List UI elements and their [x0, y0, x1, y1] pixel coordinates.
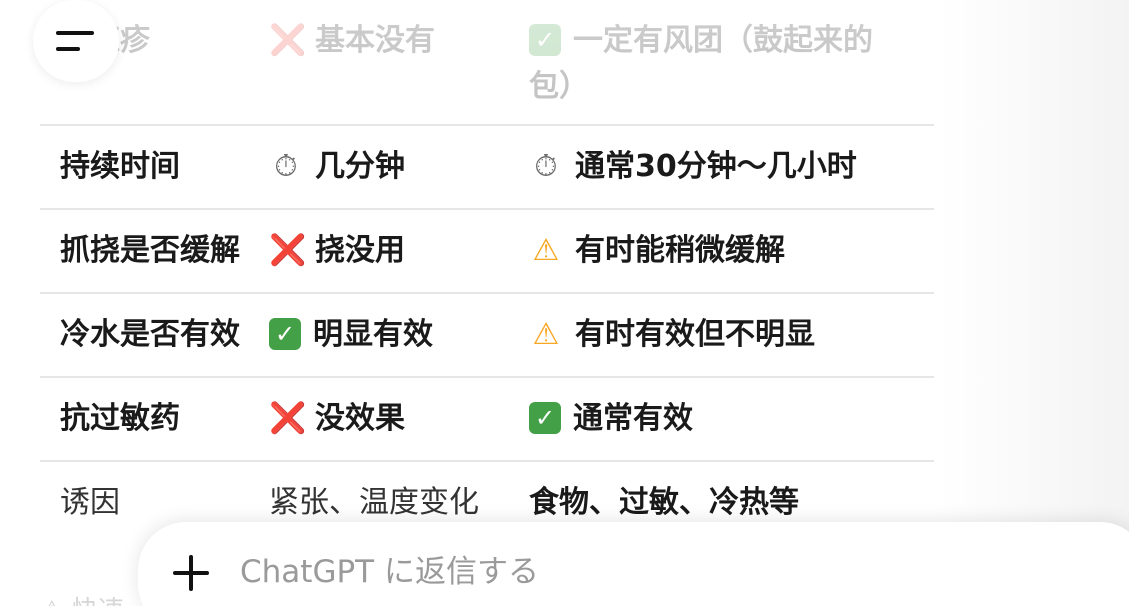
hamburger-menu-icon [56, 28, 96, 54]
cell-text: 没效果 [315, 401, 405, 436]
check-mark-icon: ✓ [269, 318, 301, 350]
row-label: 持续时间 [40, 125, 269, 210]
cell: ✓ 通常有效 [529, 377, 934, 462]
cell: ⚠ 有时有效但不明显 [529, 293, 934, 378]
cross-mark-icon: ❌ [269, 401, 307, 436]
next-section-peek: ⚠ 快速 [40, 590, 124, 606]
cell-text: 一定有风团（鼓起来的包） [529, 23, 873, 104]
cell-text: 基本没有 [315, 23, 435, 58]
cell: ❌ 没效果 [269, 377, 529, 462]
table-row: 抗过敏药 ❌ 没效果 ✓ 通常有效 [40, 377, 934, 462]
table-row: 有红疹 ❌基本没有 ✓一定有风团（鼓起来的包） [40, 0, 934, 126]
cell: ⏱ 几分钟 [269, 125, 529, 210]
row-label: 抓挠是否缓解 [40, 209, 269, 294]
menu-button[interactable] [33, 0, 119, 82]
cell: ⏱ 通常30分钟～几小时 [529, 125, 934, 210]
plus-icon [173, 555, 209, 591]
cell-text: 通常30分钟～几小时 [575, 149, 857, 184]
cell-text: 几分钟 [315, 149, 405, 184]
warning-icon: ⚠ [532, 233, 560, 268]
table-row: 冷水是否有效 ✓ 明显有效 ⚠ 有时有效但不明显 [40, 293, 934, 378]
row-label: 冷水是否有效 [40, 293, 269, 378]
check-mark-icon: ✓ [529, 24, 561, 56]
table-row: 持续时间 ⏱ 几分钟 ⏱ 通常30分钟～几小时 [40, 125, 934, 210]
add-attachment-button[interactable] [168, 550, 214, 596]
row-label: 抗过敏药 [40, 377, 269, 462]
stopwatch-icon: ⏱ [274, 149, 298, 184]
cell: ❌ 挠没用 [269, 209, 529, 294]
table-row: 抓挠是否缓解 ❌ 挠没用 ⚠ 有时能稍微缓解 [40, 209, 934, 294]
cell-text: 通常有效 [573, 401, 693, 436]
stopwatch-icon: ⏱ [534, 149, 558, 184]
cell-text: 明显有效 [313, 317, 433, 352]
cross-mark-icon: ❌ [269, 233, 307, 268]
comparison-table: 有红疹 ❌基本没有 ✓一定有风团（鼓起来的包） 持续时间 ⏱ 几分钟 ⏱ 通常30分… [40, 0, 934, 536]
cell: ✓ 一定有风团（鼓起来的包） [529, 0, 934, 126]
cell: ✓ 明显有效 [269, 293, 529, 378]
cell-text: 有时能稍微缓解 [575, 233, 785, 268]
check-mark-icon: ✓ [529, 402, 561, 434]
message-composer [138, 522, 1129, 606]
cross-mark-icon: ❌ [269, 23, 307, 58]
chat-content: 有红疹 ❌基本没有 ✓一定有风团（鼓起来的包） 持续时间 ⏱ 几分钟 ⏱ 通常30分… [0, 0, 1129, 606]
cell: ⚠ 有时能稍微缓解 [529, 209, 934, 294]
warning-icon: ⚠ [532, 317, 560, 352]
cell: ❌ 基本没有 [269, 0, 529, 126]
reply-input[interactable] [240, 548, 940, 596]
cell-text: 有时有效但不明显 [575, 317, 815, 352]
cell-text: 挠没用 [315, 233, 405, 268]
